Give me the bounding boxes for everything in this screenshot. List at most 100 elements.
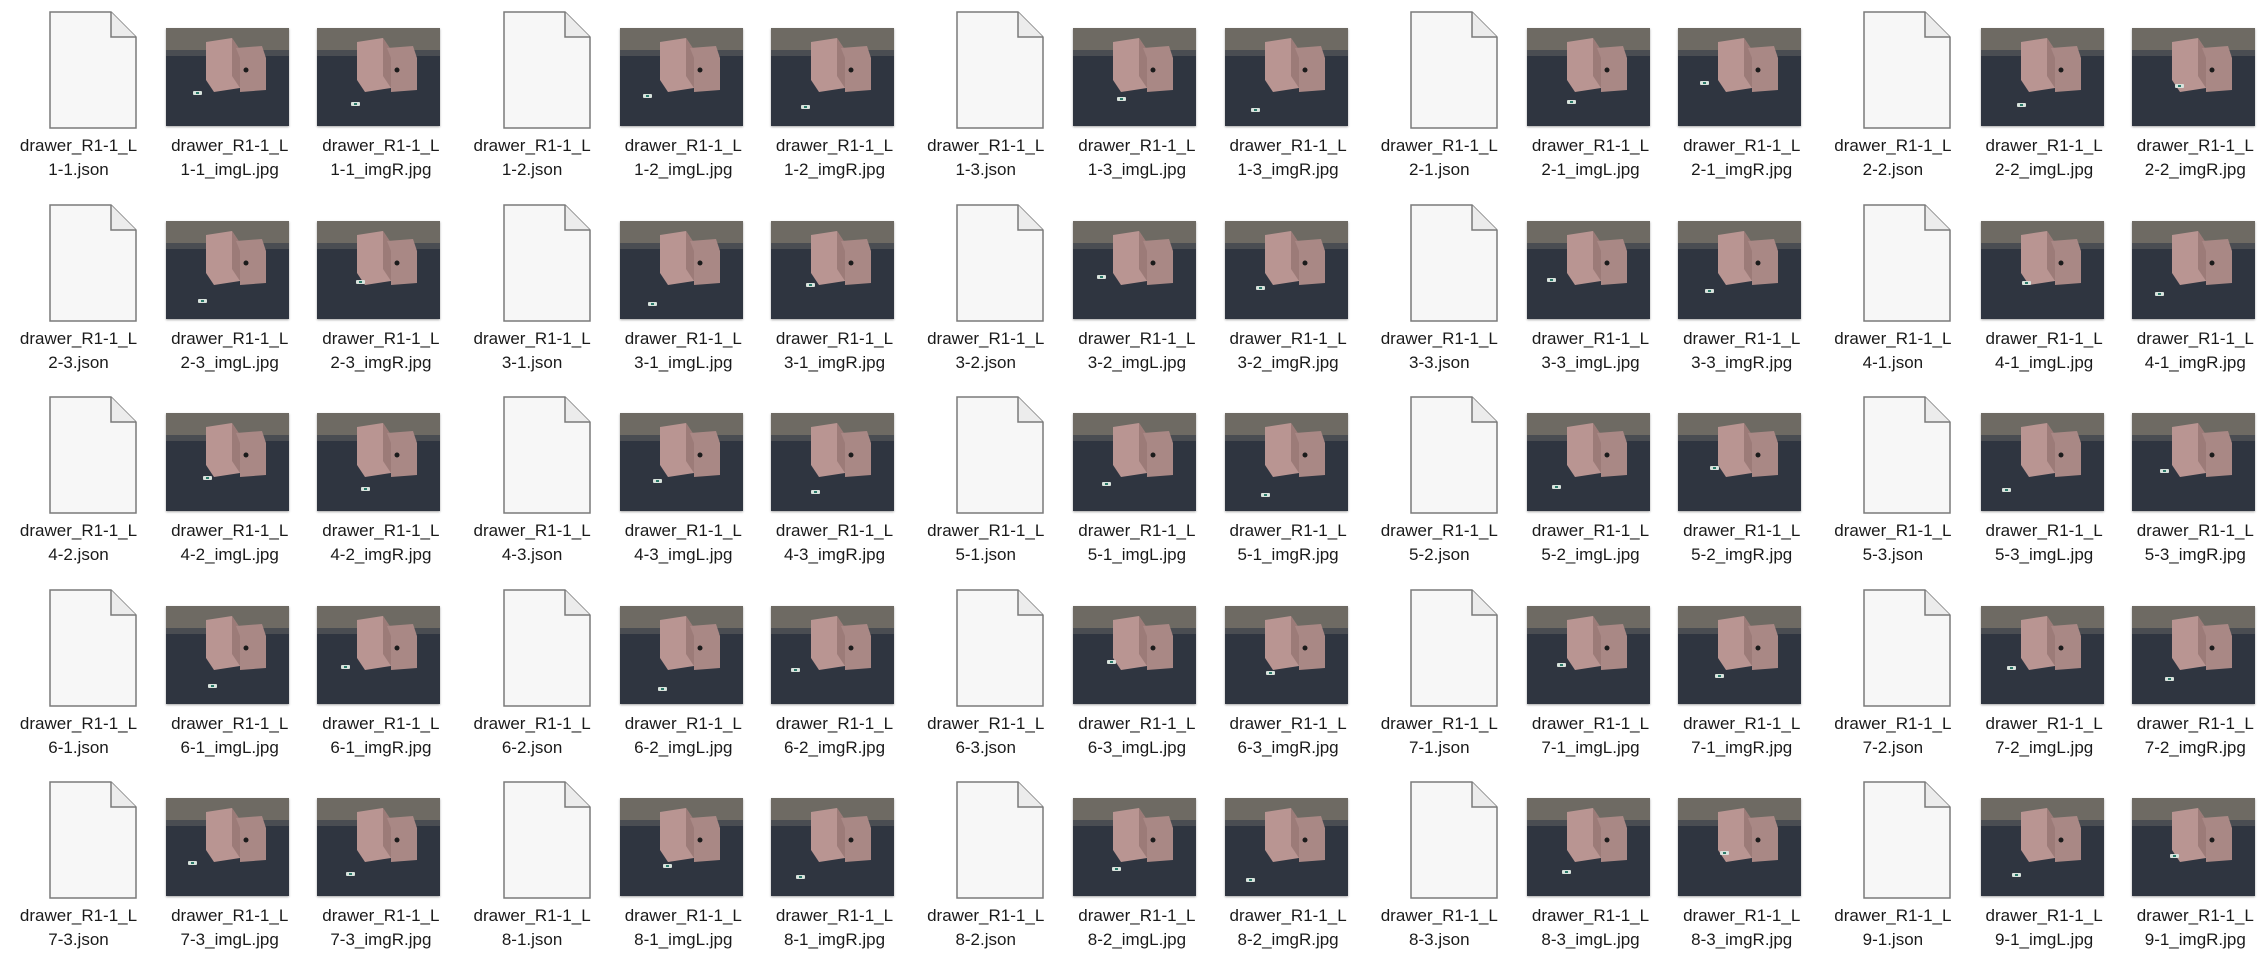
image-file-item[interactable]: drawer_R1-1_L 5-2_imgL.jpg <box>1515 385 1666 575</box>
json-file-item[interactable]: drawer_R1-1_L 2-3.json <box>3 193 154 383</box>
image-file-item[interactable]: drawer_R1-1_L 3-3_imgL.jpg <box>1515 193 1666 383</box>
image-thumbnail <box>166 605 290 704</box>
file-icon-area <box>608 0 759 130</box>
file-name-label: drawer_R1-1_L 4-3.json <box>473 521 591 564</box>
json-file-item[interactable]: drawer_R1-1_L 7-1.json <box>1364 578 1515 768</box>
json-file-item[interactable]: drawer_R1-1_L 5-3.json <box>1817 385 1968 575</box>
image-file-item[interactable]: drawer_R1-1_L 5-1_imgL.jpg <box>1061 385 1212 575</box>
file-name-label: drawer_R1-1_L 1-3_imgL.jpg <box>1078 136 1196 179</box>
image-file-item[interactable]: drawer_R1-1_L 4-1_imgR.jpg <box>2120 193 2259 383</box>
file-name-label: drawer_R1-1_L 9-1_imgR.jpg <box>2136 906 2254 949</box>
image-thumbnail <box>1678 605 1802 704</box>
json-file-item[interactable]: drawer_R1-1_L 8-2.json <box>910 770 1061 960</box>
image-file-item[interactable]: drawer_R1-1_L 4-1_imgL.jpg <box>1969 193 2120 383</box>
image-file-item[interactable]: drawer_R1-1_L 1-1_imgR.jpg <box>305 0 456 190</box>
image-file-item[interactable]: drawer_R1-1_L 7-1_imgR.jpg <box>1666 578 1817 768</box>
image-file-item[interactable]: drawer_R1-1_L 3-2_imgL.jpg <box>1061 193 1212 383</box>
image-file-item[interactable]: drawer_R1-1_L 5-3_imgL.jpg <box>1969 385 2120 575</box>
image-file-item[interactable]: drawer_R1-1_L 5-3_imgR.jpg <box>2120 385 2259 575</box>
json-file-item[interactable]: drawer_R1-1_L 9-1.json <box>1817 770 1968 960</box>
file-icon-area <box>1515 770 1666 900</box>
image-file-item[interactable]: drawer_R1-1_L 7-2_imgL.jpg <box>1969 578 2120 768</box>
file-name-label: drawer_R1-1_L 7-2.json <box>1834 713 1952 757</box>
file-name-label: drawer_R1-1_L 3-1.json <box>473 328 591 372</box>
image-file-item[interactable]: drawer_R1-1_L 3-3_imgR.jpg <box>1666 193 1817 383</box>
json-file-item[interactable]: drawer_R1-1_L 3-2.json <box>910 193 1061 383</box>
image-file-item[interactable]: drawer_R1-1_L 6-2_imgL.jpg <box>608 578 759 768</box>
json-file-item[interactable]: drawer_R1-1_L 3-3.json <box>1364 193 1515 383</box>
json-file-item[interactable]: drawer_R1-1_L 8-3.json <box>1364 770 1515 960</box>
image-file-item[interactable]: drawer_R1-1_L 1-3_imgR.jpg <box>1213 0 1364 190</box>
image-file-item[interactable]: drawer_R1-1_L 5-2_imgR.jpg <box>1666 385 1817 575</box>
image-file-item[interactable]: drawer_R1-1_L 1-3_imgL.jpg <box>1061 0 1212 190</box>
image-file-item[interactable]: drawer_R1-1_L 6-3_imgR.jpg <box>1213 578 1364 768</box>
image-file-item[interactable]: drawer_R1-1_L 8-2_imgR.jpg <box>1213 770 1364 960</box>
image-file-item[interactable]: drawer_R1-1_L 3-2_imgR.jpg <box>1213 193 1364 383</box>
file-name-label: drawer_R1-1_L 9-1.json <box>1834 906 1952 949</box>
image-file-item[interactable]: drawer_R1-1_L 9-1_imgL.jpg <box>1969 770 2120 960</box>
image-file-item[interactable]: drawer_R1-1_L 8-1_imgL.jpg <box>608 770 759 960</box>
image-file-item[interactable]: drawer_R1-1_L 4-2_imgL.jpg <box>154 385 305 575</box>
json-file-item[interactable]: drawer_R1-1_L 4-3.json <box>457 385 608 575</box>
image-file-item[interactable]: drawer_R1-1_L 7-3_imgL.jpg <box>154 770 305 960</box>
json-file-item[interactable]: drawer_R1-1_L 5-1.json <box>910 385 1061 575</box>
json-file-item[interactable]: drawer_R1-1_L 6-3.json <box>910 578 1061 768</box>
json-file-item[interactable]: drawer_R1-1_L 2-2.json <box>1817 0 1968 190</box>
image-thumbnail <box>1073 605 1197 704</box>
file-name-label: drawer_R1-1_L 2-1_imgL.jpg <box>1531 136 1650 179</box>
image-file-item[interactable]: drawer_R1-1_L 2-2_imgL.jpg <box>1969 0 2120 190</box>
file-name-label: drawer_R1-1_L 7-3_imgL.jpg <box>171 906 289 949</box>
image-file-item[interactable]: drawer_R1-1_L 6-2_imgR.jpg <box>759 578 910 768</box>
image-file-item[interactable]: drawer_R1-1_L 7-1_imgL.jpg <box>1515 578 1666 768</box>
image-file-item[interactable]: drawer_R1-1_L 5-1_imgR.jpg <box>1213 385 1364 575</box>
file-name-label: drawer_R1-1_L 8-1_imgR.jpg <box>775 906 894 949</box>
file-icon-area <box>154 385 305 515</box>
image-file-item[interactable]: drawer_R1-1_L 8-3_imgR.jpg <box>1666 770 1817 960</box>
image-file-item[interactable]: drawer_R1-1_L 4-2_imgR.jpg <box>305 385 456 575</box>
json-file-item[interactable]: drawer_R1-1_L 1-3.json <box>910 0 1061 190</box>
json-file-item[interactable]: drawer_R1-1_L 5-2.json <box>1364 385 1515 575</box>
image-file-item[interactable]: drawer_R1-1_L 4-3_imgL.jpg <box>608 385 759 575</box>
json-file-item[interactable]: drawer_R1-1_L 7-3.json <box>3 770 154 960</box>
json-file-item[interactable]: drawer_R1-1_L 3-1.json <box>457 193 608 383</box>
image-file-item[interactable]: drawer_R1-1_L 2-1_imgR.jpg <box>1666 0 1817 190</box>
file-icon-area <box>1515 385 1666 515</box>
json-file-item[interactable]: drawer_R1-1_L 8-1.json <box>457 770 608 960</box>
image-thumbnail <box>2131 28 2255 126</box>
image-file-item[interactable]: drawer_R1-1_L 2-2_imgR.jpg <box>2120 0 2259 190</box>
image-file-item[interactable]: drawer_R1-1_L 1-2_imgR.jpg <box>759 0 910 190</box>
file-icon-area <box>1666 770 1817 900</box>
image-file-item[interactable]: drawer_R1-1_L 4-3_imgR.jpg <box>759 385 910 575</box>
json-file-item[interactable]: drawer_R1-1_L 2-1.json <box>1364 0 1515 190</box>
json-file-item[interactable]: drawer_R1-1_L 7-2.json <box>1817 578 1968 768</box>
image-file-item[interactable]: drawer_R1-1_L 3-1_imgR.jpg <box>759 193 910 383</box>
json-file-item[interactable]: drawer_R1-1_L 4-1.json <box>1817 193 1968 383</box>
json-file-item[interactable]: drawer_R1-1_L 1-2.json <box>457 0 608 190</box>
image-file-item[interactable]: drawer_R1-1_L 2-3_imgL.jpg <box>154 193 305 383</box>
file-icon-area <box>1969 385 2120 515</box>
json-file-item[interactable]: drawer_R1-1_L 4-2.json <box>3 385 154 575</box>
image-file-item[interactable]: drawer_R1-1_L 2-1_imgL.jpg <box>1515 0 1666 190</box>
json-file-item[interactable]: drawer_R1-1_L 1-1.json <box>3 0 154 190</box>
image-file-item[interactable]: drawer_R1-1_L 7-2_imgR.jpg <box>2120 578 2259 768</box>
image-file-item[interactable]: drawer_R1-1_L 8-3_imgL.jpg <box>1515 770 1666 960</box>
image-file-item[interactable]: drawer_R1-1_L 6-1_imgR.jpg <box>305 578 456 768</box>
image-thumbnail <box>771 798 894 896</box>
image-file-item[interactable]: drawer_R1-1_L 1-2_imgL.jpg <box>608 0 759 190</box>
json-file-item[interactable]: drawer_R1-1_L 6-2.json <box>457 578 608 768</box>
image-file-item[interactable]: drawer_R1-1_L 9-1_imgR.jpg <box>2120 770 2259 960</box>
image-file-item[interactable]: drawer_R1-1_L 8-1_imgR.jpg <box>759 770 910 960</box>
json-file-item[interactable]: drawer_R1-1_L 6-1.json <box>3 578 154 768</box>
image-file-item[interactable]: drawer_R1-1_L 3-1_imgL.jpg <box>608 193 759 383</box>
image-file-item[interactable]: drawer_R1-1_L 6-1_imgL.jpg <box>154 578 305 768</box>
file-icon-area <box>1364 770 1515 900</box>
image-file-item[interactable]: drawer_R1-1_L 7-3_imgR.jpg <box>305 770 456 960</box>
file-icon-area <box>1817 193 1968 323</box>
image-file-item[interactable]: drawer_R1-1_L 1-1_imgL.jpg <box>154 0 305 190</box>
image-file-item[interactable]: drawer_R1-1_L 8-2_imgL.jpg <box>1061 770 1212 960</box>
file-name-label: drawer_R1-1_L 1-1.json <box>19 136 138 179</box>
image-file-item[interactable]: drawer_R1-1_L 6-3_imgL.jpg <box>1061 578 1212 768</box>
file-icon-area <box>2120 193 2259 323</box>
image-file-item[interactable]: drawer_R1-1_L 2-3_imgR.jpg <box>305 193 456 383</box>
file-name-label: drawer_R1-1_L 2-1_imgR.jpg <box>1683 136 1801 179</box>
